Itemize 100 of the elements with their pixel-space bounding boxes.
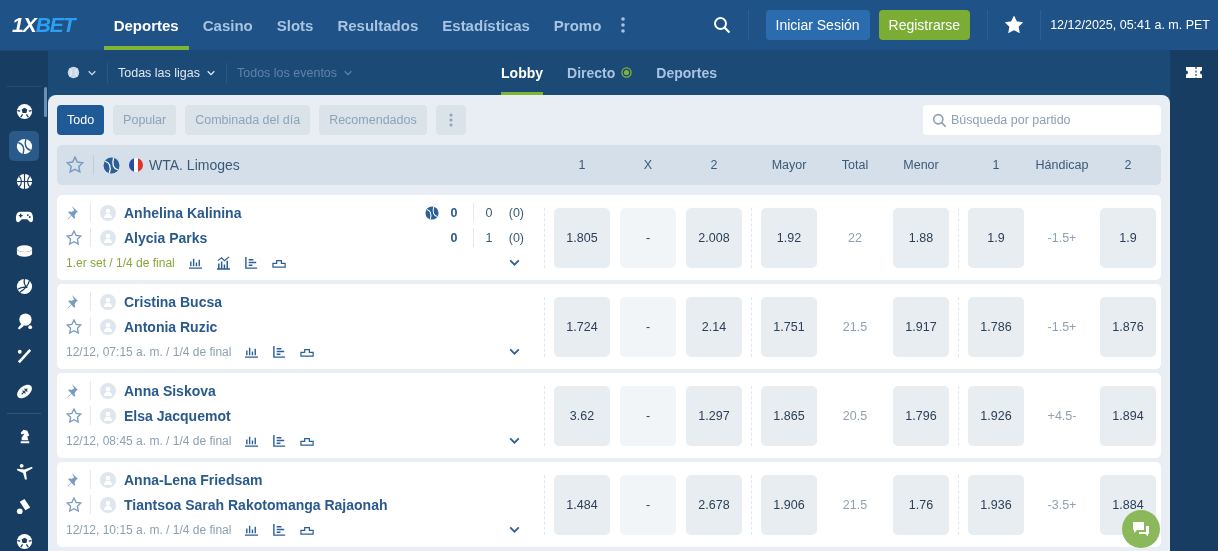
france-flag-icon — [129, 158, 143, 172]
list-chart-icon[interactable] — [272, 344, 288, 359]
odds-button[interactable]: 1.92 — [761, 207, 817, 268]
player-name[interactable]: Tiantsoa Sarah Rakotomanga Rajaonah — [124, 496, 388, 513]
odds-button[interactable]: 1.906 — [761, 474, 817, 535]
player-avatar-icon — [100, 382, 116, 399]
odds-button[interactable]: 1.786 — [968, 296, 1024, 357]
set-score: (0) — [507, 205, 524, 220]
nav-tab[interactable]: Slots — [266, 0, 324, 50]
favorite-star-icon[interactable] — [66, 318, 82, 335]
empty-odds-cell: - — [620, 207, 676, 268]
tennis-icon — [14, 136, 34, 156]
odds-button[interactable]: 1.297 — [686, 385, 742, 446]
odds-button[interactable]: 1.88 — [893, 207, 949, 268]
favorite-star-icon[interactable] — [66, 229, 82, 246]
column-header: Total — [840, 158, 870, 172]
nav-tab[interactable]: Casino — [192, 0, 263, 50]
player-avatar-icon — [100, 204, 116, 221]
view-tab[interactable]: Deportes — [656, 50, 717, 95]
odds-button[interactable]: 1.805 — [554, 207, 610, 268]
ticket-icon[interactable] — [1185, 66, 1203, 79]
view-tab[interactable]: Directo — [567, 50, 633, 95]
soccer-icon — [14, 101, 34, 121]
list-chart-icon[interactable] — [272, 522, 288, 537]
line-value: -1.5+ — [1046, 318, 1078, 336]
dropdown[interactable]: Todas las ligas — [107, 62, 226, 83]
list-chart-icon[interactable] — [243, 255, 259, 270]
chart-line-icon[interactable] — [215, 255, 231, 270]
more-icon[interactable] — [621, 17, 626, 33]
login-button[interactable]: Iniciar Sesión — [765, 10, 870, 40]
match-status: 12/12, 10:15 a. m. / 1/4 de final — [66, 522, 232, 537]
date-time: 12/12/2025, 05:41 a. m. PET — [1050, 18, 1210, 32]
more-icon — [448, 113, 453, 127]
odds-button[interactable]: 2.14 — [686, 296, 742, 357]
dropdown: Todos los eventos — [226, 62, 364, 83]
player-avatar-icon — [100, 407, 116, 424]
nav-tab[interactable]: Promo — [543, 0, 612, 50]
player-name[interactable]: Alycia Parks — [124, 229, 208, 246]
search-icon[interactable] — [712, 16, 731, 34]
filter-chip[interactable]: Todo — [57, 105, 105, 135]
player-name[interactable]: Elsa Jacquemot — [124, 407, 231, 424]
line-value: 20.5 — [841, 407, 869, 425]
search-field[interactable]: Búsqueda por partido — [923, 105, 1161, 135]
column-header: 1 — [577, 158, 587, 172]
point-score: 1 — [484, 230, 494, 245]
odds-button[interactable]: 1.9 — [1100, 207, 1156, 268]
odds-button[interactable]: 3.62 — [554, 385, 610, 446]
odds-button[interactable]: 1.865 — [761, 385, 817, 446]
player-name[interactable]: Anna-Lena Friedsam — [124, 471, 263, 488]
list-chart-icon[interactable] — [272, 433, 288, 448]
odds-button[interactable]: 1.917 — [893, 296, 949, 357]
league-name[interactable]: WTA. Limoges — [149, 157, 240, 173]
favorites-star-icon[interactable] — [1005, 16, 1024, 34]
column-header: X — [642, 158, 654, 172]
odds-button[interactable]: 1.76 — [893, 474, 949, 535]
tennis-ball-icon — [67, 66, 80, 79]
empty-odds-cell: - — [620, 296, 676, 357]
search-icon — [932, 113, 947, 128]
player-name[interactable]: Anhelina Kalinina — [124, 204, 242, 221]
column-header: 1 — [991, 158, 1001, 172]
odds-button[interactable]: 1.876 — [1100, 296, 1156, 357]
empty-odds-cell: - — [620, 474, 676, 535]
game-score: 0 — [449, 230, 459, 245]
tennis-ball-icon — [103, 156, 120, 174]
line-value: 21.5 — [841, 318, 869, 336]
line-value: -3.5+ — [1046, 496, 1078, 514]
odds-button[interactable]: 1.9 — [968, 207, 1024, 268]
favorite-star-icon[interactable] — [66, 156, 84, 174]
odds-button[interactable]: 1.796 — [893, 385, 949, 446]
player-name[interactable]: Cristina Bucsa — [124, 293, 223, 310]
line-value: +4.5- — [1046, 407, 1078, 425]
nav-tab[interactable]: Estadísticas — [432, 0, 540, 50]
brand-logo[interactable]: 1XBET — [12, 13, 75, 37]
match-status: 12/12, 07:15 a. m. / 1/4 de final — [66, 344, 232, 359]
scrollbar[interactable] — [44, 87, 47, 117]
sport-item[interactable] — [9, 131, 39, 161]
player-avatar-icon — [100, 496, 116, 513]
favorite-star-icon[interactable] — [66, 407, 82, 424]
player-name[interactable]: Antonia Ruzic — [124, 318, 218, 335]
odds-button[interactable]: 1.751 — [761, 296, 817, 357]
line-value: -1.5+ — [1046, 229, 1078, 247]
odds-button[interactable]: 1.484 — [554, 474, 610, 535]
column-header: Mayor — [770, 158, 808, 172]
player-name[interactable]: Anna Siskova — [124, 382, 216, 399]
player-avatar-icon — [100, 471, 116, 488]
odds-button[interactable]: 1.724 — [554, 296, 610, 357]
odds-button[interactable]: 2.008 — [686, 207, 742, 268]
odds-button[interactable]: 1.894 — [1100, 385, 1156, 446]
player-avatar-icon — [100, 318, 116, 335]
empty-odds-cell: - — [620, 385, 676, 446]
column-header: Menor — [902, 158, 940, 172]
nav-tab[interactable]: Resultados — [327, 0, 429, 50]
line-value: 21.5 — [841, 496, 869, 514]
odds-button[interactable]: 1.926 — [968, 385, 1024, 446]
odds-button[interactable]: 2.678 — [686, 474, 742, 535]
volleyball-icon — [14, 276, 34, 296]
chat-icon — [1132, 521, 1150, 537]
player-avatar-icon — [100, 293, 116, 310]
odds-button[interactable]: 1.936 — [968, 474, 1024, 535]
favorite-star-icon[interactable] — [66, 496, 82, 513]
